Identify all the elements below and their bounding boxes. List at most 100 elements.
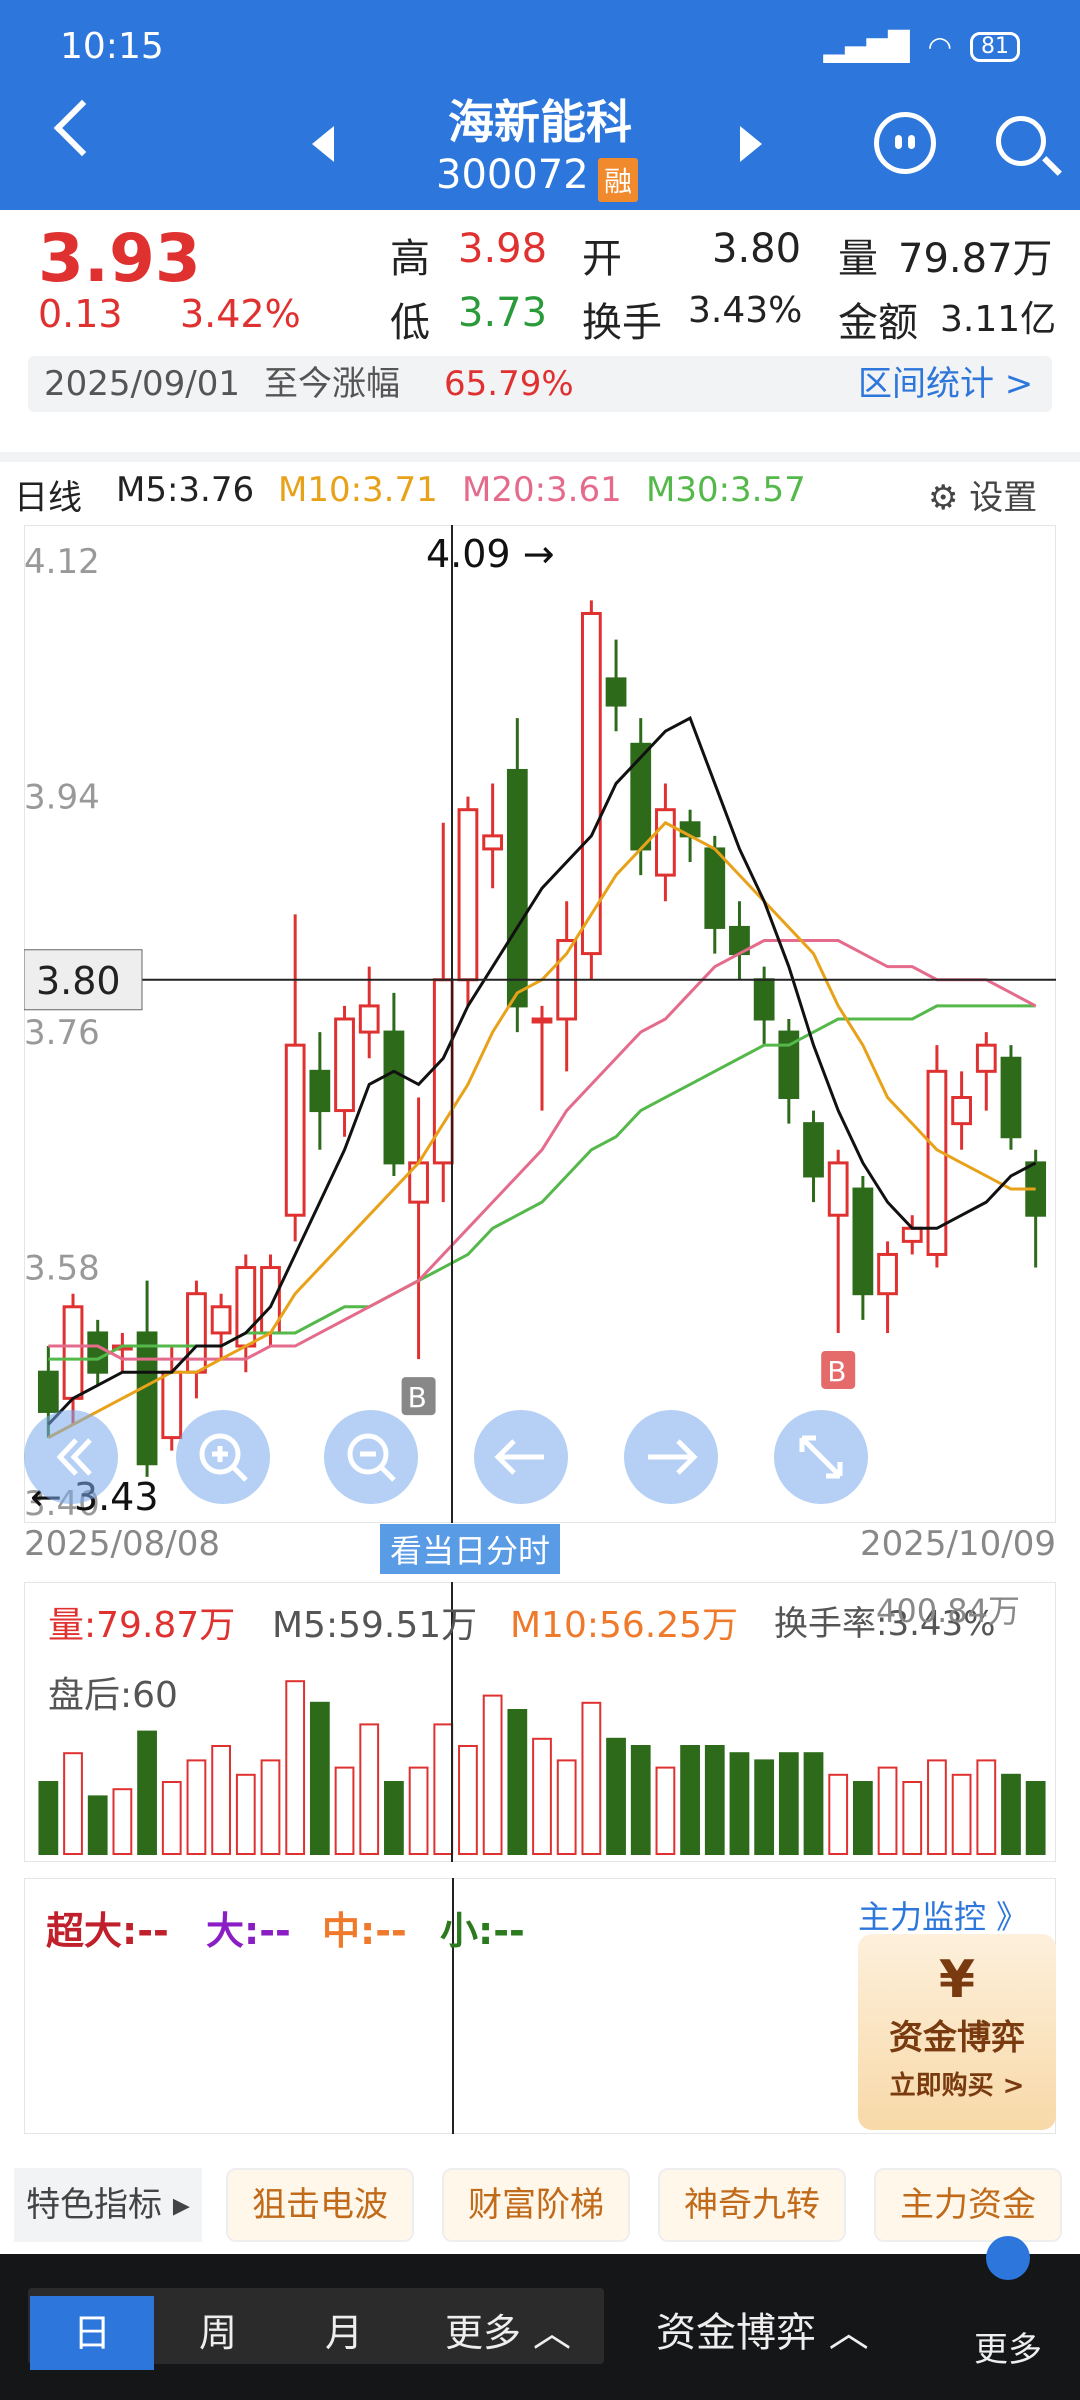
volume-bar [309, 1701, 330, 1855]
volume-bar [112, 1788, 133, 1855]
chip-2[interactable]: 财富阶梯 [442, 2168, 630, 2242]
volume-bar [507, 1709, 528, 1855]
settings-button[interactable]: ⚙ 设置 [928, 470, 1037, 519]
candle-body [852, 1187, 874, 1296]
volume-bar [902, 1781, 923, 1855]
indicators-menu[interactable]: 特色指标 ▸ [14, 2168, 202, 2242]
volume-bar [803, 1752, 824, 1855]
more-label[interactable]: 更多 [974, 2322, 1042, 2371]
volume-bar [704, 1745, 725, 1855]
volume-bar [1025, 1781, 1046, 1855]
tab-day[interactable]: 日 [30, 2296, 154, 2370]
chip-1[interactable]: 狙击电波 [226, 2168, 414, 2242]
volume-bar [38, 1781, 59, 1855]
zoom-out-icon[interactable] [324, 1410, 418, 1504]
volume-bar [556, 1759, 577, 1855]
divider [0, 452, 1080, 462]
candle-body [334, 1017, 355, 1113]
volume-bar [235, 1773, 256, 1855]
promo-title: 资金博弈 [889, 2018, 1025, 2058]
status-time: 10:15 [60, 26, 164, 67]
candle-body [309, 1069, 331, 1113]
candle-body [506, 768, 528, 1008]
kline-chart[interactable]: 4.123.943.763.583.403.804.09 →← 3.43BB [24, 525, 1056, 1523]
promo-card[interactable]: ¥ 资金博弈 立即购买 > [858, 1934, 1056, 2130]
candle-body [827, 1161, 849, 1217]
volume-bar [852, 1781, 873, 1855]
vol-m5: M5:59.51万 [272, 1605, 478, 1646]
current-price: 3.93 [38, 220, 201, 297]
candle-body [457, 808, 479, 982]
range-date: 2025/09/01 [44, 364, 240, 404]
volume-bar [408, 1766, 429, 1856]
candle-body [62, 1305, 84, 1400]
volume-bar [458, 1745, 478, 1855]
volume-bar [606, 1737, 626, 1855]
volume-bar [655, 1766, 676, 1856]
volume-bar [359, 1723, 380, 1855]
low-label: 低 [390, 300, 430, 346]
y-tick-label: 4.12 [24, 542, 100, 582]
volume-bar [260, 1759, 281, 1855]
flow-big: 大:-- [206, 1909, 291, 1953]
volume-bar [927, 1759, 947, 1855]
gear-icon: ⚙ [928, 478, 959, 518]
candle-body [531, 1017, 553, 1024]
chat-icon[interactable] [874, 112, 936, 174]
ma30-label: M30:3.57 [646, 470, 806, 510]
open-value: 3.80 [712, 226, 802, 272]
tab-more[interactable]: 更多 ︿ [428, 2296, 588, 2370]
range-stats-bar[interactable]: 2025/09/01 至今涨幅 65.79% 区间统计 > [28, 356, 1052, 412]
candle-body [877, 1252, 898, 1296]
next-stock-icon[interactable] [740, 126, 762, 162]
volume-bar [754, 1759, 775, 1855]
candle-body [803, 1122, 824, 1178]
after-hours: 盘后:60 [48, 1675, 178, 1716]
volume-bar [433, 1723, 454, 1855]
main-monitor-link[interactable]: 主力监控 》 [858, 1892, 1028, 1938]
range-value: 65.79% [444, 364, 574, 404]
back-icon[interactable] [24, 1410, 118, 1504]
search-icon[interactable] [996, 116, 1046, 166]
intraday-button[interactable]: 看当日分时 [380, 1524, 561, 1574]
volume-bar [87, 1795, 108, 1855]
turnover-value: 3.43% [688, 290, 803, 331]
vol-label: 量:79.87万 [48, 1605, 236, 1646]
volume-bar [211, 1745, 232, 1855]
fullscreen-icon[interactable] [774, 1410, 868, 1504]
amount-value: 3.11亿 [940, 299, 1057, 340]
volume-bar [334, 1766, 355, 1856]
vol-m10: M10:56.25万 [510, 1605, 739, 1646]
period-label[interactable]: 日线 [14, 470, 82, 519]
chip-3[interactable]: 神奇九转 [658, 2168, 846, 2242]
volume-bar [137, 1730, 157, 1856]
volume-bar [778, 1752, 799, 1855]
flow-super: 超大:-- [46, 1909, 169, 1953]
open-label: 开 [582, 236, 622, 282]
ma5-label: M5:3.76 [116, 470, 255, 510]
right-arrow-icon[interactable] [624, 1410, 718, 1504]
battery-icon: 81 [970, 31, 1020, 62]
zoom-in-icon[interactable] [176, 1410, 270, 1504]
tab-month[interactable]: 月 [282, 2296, 406, 2370]
volume-bar [877, 1766, 898, 1856]
more-icon[interactable] [986, 2236, 1030, 2280]
volume-bar [976, 1759, 997, 1855]
y-tick-label: 3.58 [24, 1249, 100, 1289]
left-arrow-icon[interactable] [474, 1410, 568, 1504]
high-label: 高 [390, 236, 430, 282]
game-menu[interactable]: 资金博弈 ︿ [656, 2296, 869, 2370]
candle-body [37, 1370, 59, 1413]
candle-body [210, 1305, 232, 1335]
y-tick-label: 3.94 [24, 778, 100, 818]
volume-bar [680, 1745, 700, 1855]
settings-label: 设置 [969, 478, 1038, 518]
candle-body [630, 742, 652, 851]
volume-value: 79.87万 [898, 236, 1053, 282]
chip-4[interactable]: 主力资金 [874, 2168, 1062, 2242]
tab-week[interactable]: 周 [156, 2296, 280, 2370]
candle-body [482, 834, 504, 851]
volume-label: 量 [838, 236, 878, 282]
candle-body [284, 1043, 306, 1217]
range-stats-link[interactable]: 区间统计 > [858, 356, 1033, 412]
